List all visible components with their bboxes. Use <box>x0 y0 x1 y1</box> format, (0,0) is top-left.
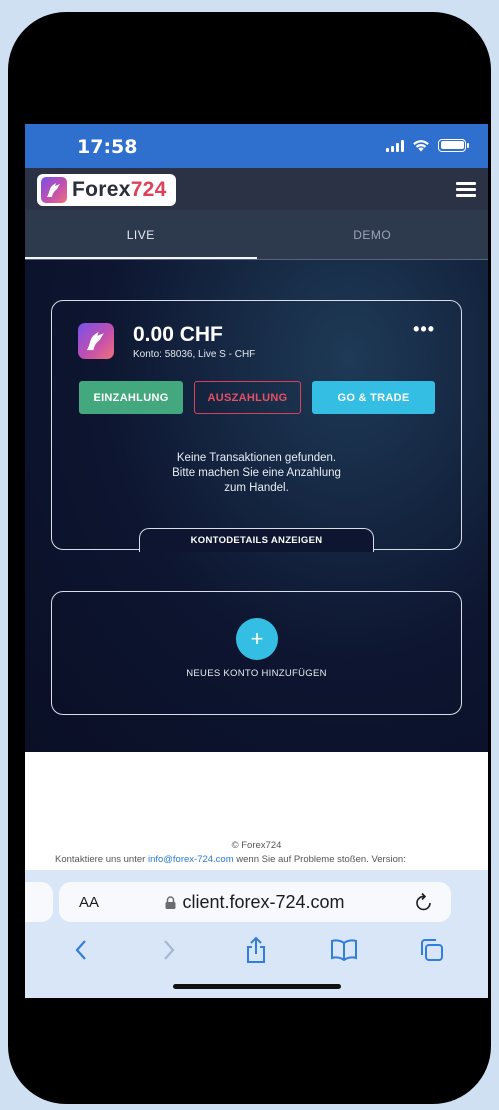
status-time: 17:58 <box>77 136 138 158</box>
tabs-icon[interactable] <box>412 938 452 962</box>
logo-text: Forex724 <box>72 178 167 201</box>
account-card: 0.00 CHF Konto: 58036, Live S - CHF ••• … <box>51 300 462 552</box>
contact-email-link[interactable]: info@forex-724.com <box>148 854 234 865</box>
browser-nav <box>25 930 488 970</box>
reload-icon[interactable] <box>415 892 433 912</box>
lock-icon <box>165 895 176 909</box>
no-transactions-message: Keine Transaktionen gefunden. Bitte mach… <box>172 452 341 494</box>
menu-icon[interactable] <box>456 182 476 197</box>
deposit-button[interactable]: EINZAHLUNG <box>79 381 183 414</box>
signal-icon <box>386 139 404 152</box>
more-options-icon[interactable]: ••• <box>413 319 435 340</box>
account-info: Konto: 58036, Live S - CHF <box>133 349 256 360</box>
copyright-text: © Forex724 <box>231 840 282 851</box>
add-account-label: NEUES KONTO HINZUFÜGEN <box>186 668 327 679</box>
bookmarks-icon[interactable] <box>324 939 364 961</box>
account-tabs: LIVE DEMO <box>25 210 488 260</box>
screen: 17:58 Forex724 LIVE DEMO 0.00 CHF Konto:… <box>25 124 488 998</box>
status-bar: 17:58 <box>25 124 488 168</box>
address-bar[interactable]: AA client.forex-724.com <box>59 882 451 922</box>
url-display: client.forex-724.com <box>59 892 451 913</box>
tab-demo[interactable]: DEMO <box>257 210 489 260</box>
account-balance: 0.00 CHF <box>133 323 223 346</box>
forex724-logo[interactable]: Forex724 <box>37 174 176 206</box>
page-footer: © Forex724 Kontaktiere uns unter info@fo… <box>25 752 488 872</box>
tab-live[interactable]: LIVE <box>25 210 257 260</box>
wifi-icon <box>413 140 429 152</box>
home-indicator[interactable] <box>173 984 341 989</box>
logo-mark-icon <box>41 177 67 203</box>
main-content: 0.00 CHF Konto: 58036, Live S - CHF ••• … <box>25 260 488 752</box>
show-account-details-button[interactable]: KONTODETAILS ANZEIGEN <box>139 528 374 552</box>
add-account-card[interactable]: + NEUES KONTO HINZUFÜGEN <box>51 591 462 715</box>
add-account-button[interactable]: + <box>236 618 278 660</box>
account-logo-icon <box>78 323 114 359</box>
browser-toolbar: AA client.forex-724.com <box>25 870 488 998</box>
contact-text: Kontaktiere uns unter info@forex-724.com… <box>55 854 406 865</box>
withdraw-button[interactable]: AUSZAHLUNG <box>194 381 301 414</box>
previous-tab-bar[interactable] <box>25 882 53 922</box>
status-icons <box>386 138 469 152</box>
battery-icon <box>438 138 469 152</box>
forward-icon[interactable] <box>149 939 189 961</box>
back-icon[interactable] <box>61 939 101 961</box>
go-trade-button[interactable]: GO & TRADE <box>312 381 435 414</box>
app-header: Forex724 <box>25 168 488 210</box>
share-icon[interactable] <box>236 936 276 964</box>
url-text: client.forex-724.com <box>182 891 345 912</box>
